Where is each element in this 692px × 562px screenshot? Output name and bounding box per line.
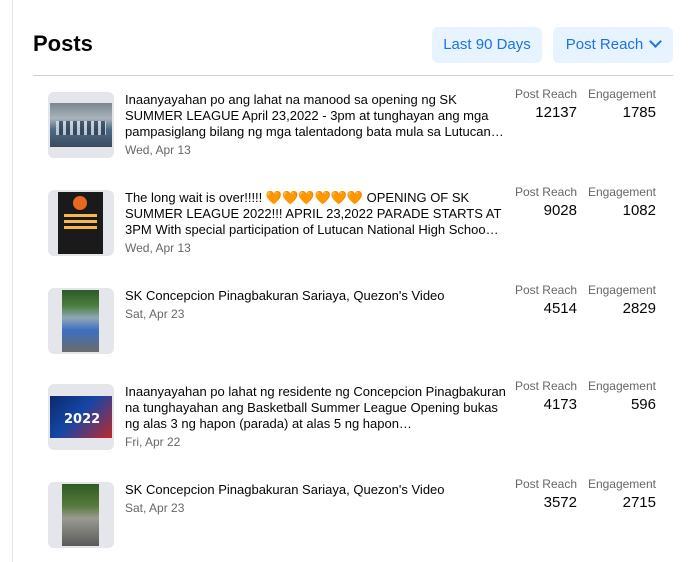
post-date: Wed, Apr 13	[125, 143, 191, 157]
engagement-metric: Engagement 1082	[536, 185, 656, 221]
engagement-metric: Engagement 2715	[536, 477, 656, 513]
engagement-metric: Engagement 2829	[536, 283, 656, 319]
post-row[interactable]: Inaanyayahan po ang lahat na manood sa o…	[48, 87, 678, 162]
post-text: SK Concepcion Pinagbakuran Sariaya, Quez…	[125, 288, 445, 303]
engagement-label: Engagement	[587, 87, 656, 101]
header-divider	[33, 75, 673, 76]
post-row[interactable]: SK Concepcion Pinagbakuran Sariaya, Quez…	[48, 283, 678, 358]
chevron-down-icon	[649, 35, 663, 48]
sort-metric-dropdown[interactable]: Post Reach	[553, 27, 673, 63]
crowd-photo-image	[50, 103, 112, 147]
post-date: Wed, Apr 13	[125, 241, 191, 255]
post-text: Inaanyayahan po ang lahat na manood sa o…	[125, 92, 504, 139]
post-thumbnail	[48, 190, 114, 256]
sort-metric-label: Post Reach	[565, 36, 644, 53]
court-video-image	[62, 484, 99, 546]
post-row[interactable]: Inaanyayahan po lahat ng residente ng Co…	[48, 379, 678, 454]
date-range-button[interactable]: Last 90 Days	[432, 27, 542, 63]
engagement-value: 1082	[622, 202, 656, 219]
posts-header: Posts Last 90 Days Post Reach	[33, 24, 673, 68]
page-title: Posts	[33, 31, 93, 56]
post-thumbnail	[48, 384, 114, 450]
engagement-label: Engagement	[587, 185, 656, 199]
post-thumbnail	[48, 288, 114, 354]
engagement-value: 1785	[622, 104, 656, 121]
tournament-poster-image	[58, 192, 103, 254]
engagement-label: Engagement	[587, 379, 656, 393]
engagement-label: Engagement	[587, 283, 656, 297]
engagement-value: 2829	[622, 300, 656, 317]
engagement-value: 596	[630, 396, 656, 413]
post-row[interactable]: SK Concepcion Pinagbakuran Sariaya, Quez…	[48, 477, 678, 552]
court-video-image	[62, 290, 99, 352]
engagement-value: 2715	[622, 494, 656, 511]
post-text: SK Concepcion Pinagbakuran Sariaya, Quez…	[125, 482, 445, 497]
post-text: The long wait is over!!!!! 🧡🧡🧡🧡🧡🧡 OPENIN…	[125, 190, 502, 237]
engagement-label: Engagement	[587, 477, 656, 491]
post-date: Sat, Apr 23	[125, 307, 185, 321]
date-range-label: Last 90 Days	[443, 36, 531, 53]
post-row[interactable]: The long wait is over!!!!! 🧡🧡🧡🧡🧡🧡 OPENIN…	[48, 185, 678, 260]
summer-league-banner-image	[50, 396, 112, 438]
post-text: Inaanyayahan po lahat ng residente ng Co…	[125, 384, 506, 431]
engagement-metric: Engagement 1785	[536, 87, 656, 123]
post-date: Fri, Apr 22	[125, 435, 181, 449]
engagement-metric: Engagement 596	[536, 379, 656, 415]
post-thumbnail	[48, 92, 114, 158]
post-thumbnail	[48, 482, 114, 548]
post-date: Sat, Apr 23	[125, 501, 185, 515]
left-border	[12, 0, 13, 562]
